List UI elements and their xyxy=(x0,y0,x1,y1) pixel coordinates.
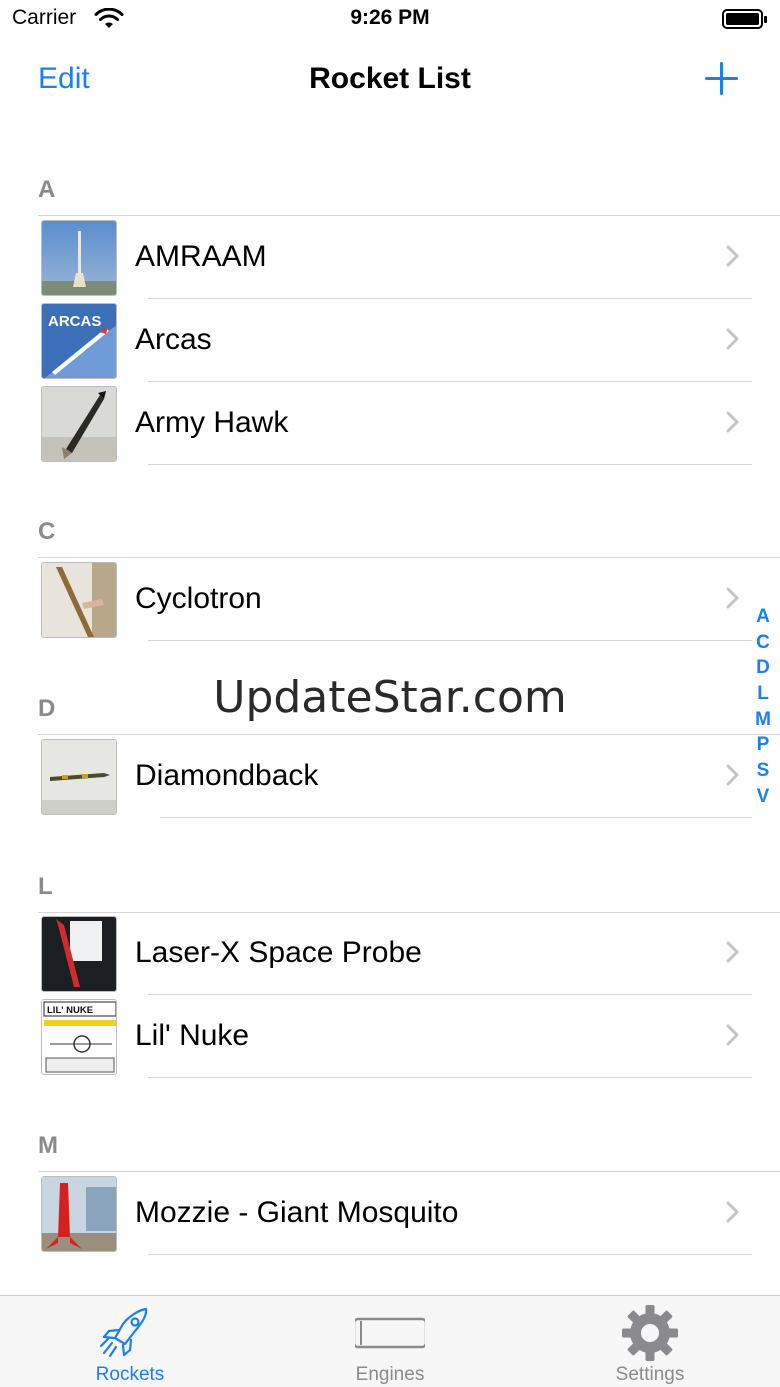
chevron-right-icon xyxy=(726,1201,739,1223)
rocket-name: Laser-X Space Probe xyxy=(135,936,422,969)
list-item[interactable]: LIL' NUKE Lil' Nuke xyxy=(0,995,780,1078)
add-rocket-button[interactable] xyxy=(704,60,740,96)
tab-label: Rockets xyxy=(95,1364,165,1385)
row-separator xyxy=(160,817,752,818)
tab-bar: Rockets Engines Settings xyxy=(0,1295,780,1387)
row-separator xyxy=(148,464,752,465)
rocket-thumbnail xyxy=(41,562,117,638)
rocket-thumbnail xyxy=(41,916,117,992)
section-header-a: A xyxy=(38,176,56,203)
rocket-icon xyxy=(99,1307,148,1358)
index-letter[interactable]: A xyxy=(752,604,774,630)
index-letter[interactable]: C xyxy=(752,630,774,656)
chevron-right-icon xyxy=(726,328,739,350)
rocket-name: Diamondback xyxy=(135,759,319,792)
gear-icon xyxy=(622,1305,678,1361)
engine-icon xyxy=(355,1317,425,1349)
section-header-l: L xyxy=(38,873,53,900)
tab-label: Engines xyxy=(355,1364,425,1385)
navigation-bar: Edit Rocket List xyxy=(0,40,780,120)
index-letter[interactable]: S xyxy=(752,758,774,784)
chevron-right-icon xyxy=(726,245,739,267)
row-separator xyxy=(148,1254,752,1255)
page-title: Rocket List xyxy=(309,62,471,95)
rocket-thumbnail xyxy=(41,739,117,815)
rocket-name: AMRAAM xyxy=(135,240,267,273)
chevron-right-icon xyxy=(726,587,739,609)
rocket-thumbnail xyxy=(41,220,117,296)
tab-engines[interactable]: Engines xyxy=(260,1296,520,1387)
rocket-name: Arcas xyxy=(135,323,212,356)
list-item[interactable]: Laser-X Space Probe xyxy=(0,912,780,995)
tab-rockets[interactable]: Rockets xyxy=(0,1296,260,1387)
rocket-thumbnail: LIL' NUKE xyxy=(41,999,117,1075)
watermark: UpdateStar.com xyxy=(213,672,567,723)
rocket-name: Army Hawk xyxy=(135,406,289,439)
index-letter[interactable]: P xyxy=(752,732,774,758)
section-header-c: C xyxy=(38,518,56,545)
chevron-right-icon xyxy=(726,941,739,963)
rocket-name: Mozzie - Giant Mosquito xyxy=(135,1196,459,1229)
status-time: 9:26 PM xyxy=(350,6,430,29)
row-separator xyxy=(148,640,752,641)
list-item[interactable]: AMRAAM xyxy=(0,216,780,299)
battery-icon xyxy=(722,9,767,29)
index-letter[interactable]: V xyxy=(752,784,774,810)
chevron-right-icon xyxy=(726,411,739,433)
row-separator xyxy=(148,1077,752,1078)
rocket-name: Cyclotron xyxy=(135,582,262,615)
chevron-right-icon xyxy=(726,764,739,786)
status-bar: Carrier 9:26 PM xyxy=(0,0,780,40)
list-item[interactable]: Army Hawk xyxy=(0,382,780,465)
list-item[interactable]: Mozzie - Giant Mosquito xyxy=(0,1172,780,1255)
list-item[interactable]: ARCAS Arcas xyxy=(0,299,780,382)
list-item[interactable]: Diamondback xyxy=(0,735,780,818)
tab-label: Settings xyxy=(615,1364,685,1385)
section-header-m: M xyxy=(38,1132,58,1159)
chevron-right-icon xyxy=(726,1024,739,1046)
arcas-thumbnail-text: ARCAS xyxy=(48,313,101,330)
list-item[interactable]: Cyclotron xyxy=(0,558,780,641)
rocket-thumbnail xyxy=(41,1176,117,1252)
rocket-name: Lil' Nuke xyxy=(135,1019,250,1052)
rocket-thumbnail xyxy=(41,386,117,462)
tab-settings[interactable]: Settings xyxy=(520,1296,780,1387)
rocket-thumbnail: ARCAS xyxy=(41,303,117,379)
lilnuke-thumbnail-text: LIL' NUKE xyxy=(47,1005,93,1016)
